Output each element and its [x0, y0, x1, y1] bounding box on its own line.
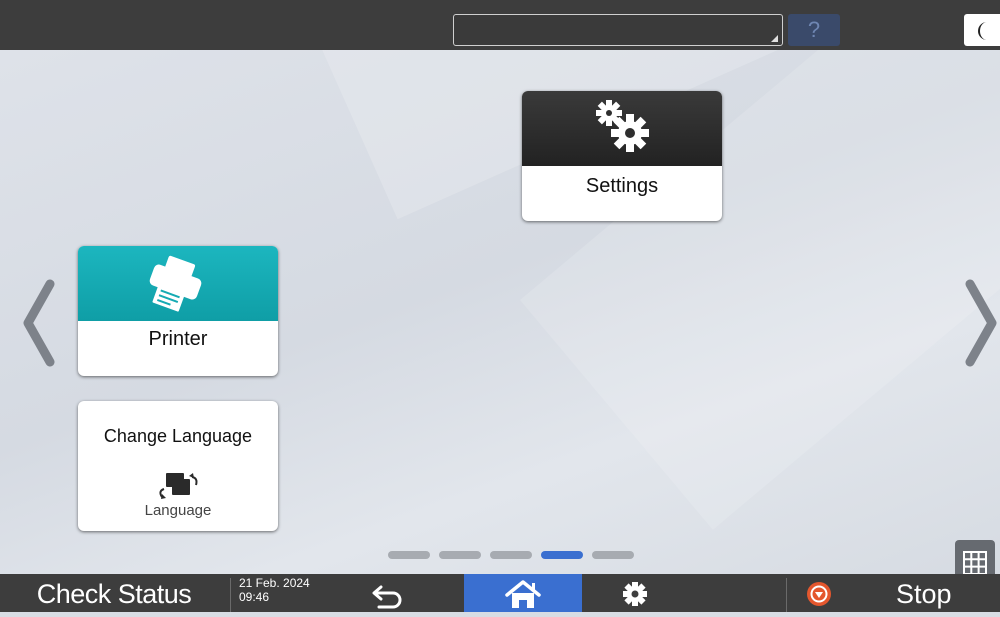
message-box[interactable] [453, 14, 783, 46]
settings-tile[interactable]: Settings [522, 91, 722, 221]
energy-saver-button[interactable] [964, 14, 1000, 46]
stop-button[interactable]: Stop [788, 574, 1000, 612]
settings-tile-label: Settings [585, 175, 659, 197]
back-button[interactable] [345, 574, 445, 612]
date-time: 21 Feb. 2024 09:46 [239, 576, 310, 604]
bottom-bar: Check Status 21 Feb. 2024 09:46 Stop [0, 574, 1000, 612]
stop-icon [807, 582, 831, 606]
page-dot-active [541, 551, 583, 559]
printer-tile-header [78, 246, 278, 321]
language-sublabel: Language [144, 502, 212, 519]
app-list-button[interactable] [955, 540, 995, 574]
check-status-button[interactable]: Check Status [0, 574, 228, 612]
divider [786, 578, 787, 612]
expand-corner-icon [771, 35, 778, 42]
printer-tile-label: Printer [148, 328, 208, 350]
home-icon [505, 580, 541, 608]
page-dot [592, 551, 634, 559]
change-language-tile[interactable]: Change Language Language [78, 401, 278, 531]
home-button[interactable] [464, 574, 582, 612]
top-bar: ? [0, 0, 1000, 50]
page-dot [439, 551, 481, 559]
gears-icon [596, 100, 649, 152]
gear-icon [623, 582, 647, 606]
date-text: 21 Feb. 2024 [239, 576, 310, 590]
previous-page-chevron-icon[interactable] [18, 278, 58, 368]
time-text: 09:46 [239, 590, 270, 604]
language-switch-icon [159, 473, 198, 499]
page-dot [388, 551, 430, 559]
divider [230, 578, 231, 612]
settings-button[interactable] [590, 574, 680, 612]
back-arrow-icon [372, 585, 402, 609]
next-page-chevron-icon[interactable] [962, 278, 1000, 368]
grid-icon [963, 551, 987, 574]
page-dot [490, 551, 532, 559]
settings-tile-header [522, 91, 722, 166]
help-button[interactable]: ? [788, 14, 840, 46]
crescent-moon-icon [978, 22, 987, 40]
change-language-title: Change Language [103, 426, 253, 446]
printer-icon [149, 255, 202, 312]
home-screen: Settings Printer Change Language Languag… [0, 50, 1000, 574]
printer-tile[interactable]: Printer [78, 246, 278, 376]
stop-label: Stop [896, 579, 952, 609]
